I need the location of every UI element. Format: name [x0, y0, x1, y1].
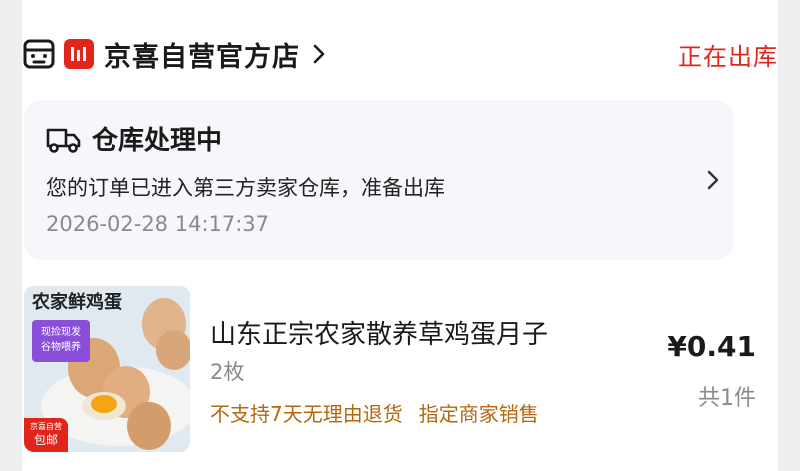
- product-image[interactable]: 农家鲜鸡蛋 现捡现发 谷物喂养 京喜自营 包邮: [24, 286, 190, 452]
- image-title: 农家鲜鸡蛋: [32, 292, 122, 313]
- chevron-right-icon[interactable]: [312, 43, 326, 65]
- product-notes: 不支持7天无理由退货 指定商家销售: [210, 398, 539, 427]
- order-status: 正在出库: [678, 42, 778, 71]
- image-tag-line: 谷物喂养: [41, 342, 81, 353]
- logistics-time: 2026-02-28 14:17:37: [46, 212, 270, 236]
- image-badge: 京喜自营 包邮: [24, 418, 68, 452]
- jingxi-logo-icon: [64, 39, 94, 69]
- image-tag: 现捡现发 谷物喂养: [32, 320, 90, 362]
- delivery-truck-icon: [44, 124, 82, 154]
- product-note: 不支持7天无理由退货: [210, 402, 403, 426]
- store-name[interactable]: 京喜自营官方店: [104, 35, 300, 74]
- product-quantity: 2枚: [210, 360, 245, 384]
- store-face-icon: [22, 37, 56, 71]
- image-tag-line: 现捡现发: [41, 327, 81, 338]
- product-price: ¥0.41: [667, 330, 756, 363]
- image-badge-bottom: 包邮: [33, 433, 58, 447]
- logistics-panel[interactable]: 仓库处理中 您的订单已进入第三方卖家仓库，准备出库 2026-02-28 14:…: [24, 100, 734, 260]
- product-name[interactable]: 山东正宗农家散养草鸡蛋月子: [210, 314, 548, 351]
- product-note: 指定商家销售: [418, 402, 539, 426]
- logistics-title: 仓库处理中: [92, 126, 223, 156]
- logistics-title-row: 仓库处理中: [44, 120, 222, 157]
- item-count: 共1件: [698, 386, 756, 411]
- store-header[interactable]: 京喜自营官方店 正在出库: [22, 32, 778, 76]
- chevron-right-icon[interactable]: [706, 168, 720, 192]
- logistics-description: 您的订单已进入第三方卖家仓库，准备出库: [46, 176, 445, 200]
- image-badge-top: 京喜自营: [30, 422, 62, 431]
